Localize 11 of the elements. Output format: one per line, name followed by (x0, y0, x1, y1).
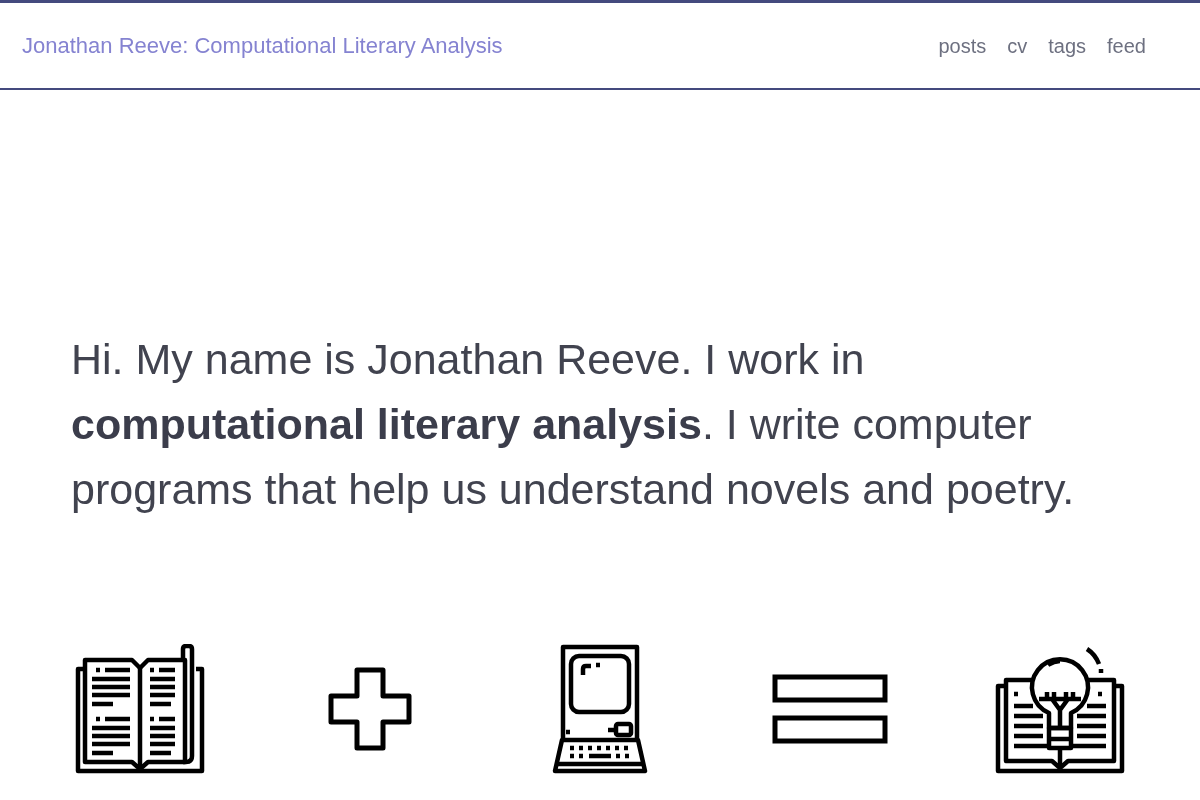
site-title-link[interactable]: Jonathan Reeve: Computational Literary Analysis (22, 29, 503, 62)
intro-paragraph: Hi. My name is Jonathan Reeve. I work in computational literary analysis. I write computer programs that help us understand novels and poetry. (71, 334, 1076, 515)
nav-link[interactable]: tags (1048, 30, 1087, 61)
open-book-icon (75, 644, 205, 774)
nav-link[interactable]: cv (1007, 30, 1028, 61)
plus-icon (328, 667, 412, 751)
equals-icon (772, 674, 888, 744)
computer-icon (552, 644, 648, 774)
lightbulb-book-icon (995, 644, 1125, 774)
nav-link[interactable]: feed (1107, 30, 1146, 61)
nav-link[interactable]: posts (938, 30, 987, 61)
